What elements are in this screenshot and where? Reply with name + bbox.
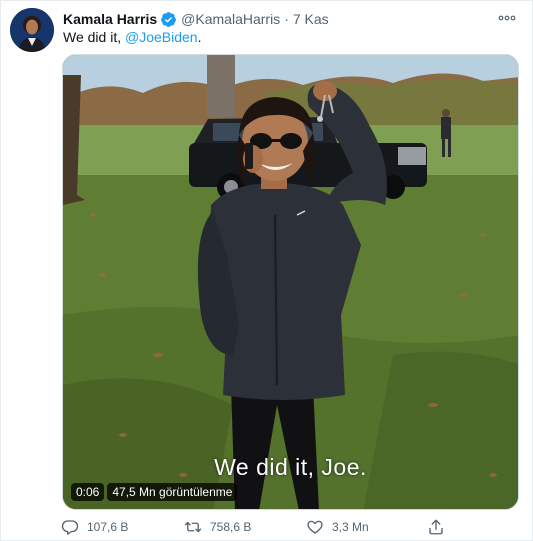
more-options-icon[interactable] — [496, 9, 518, 27]
verified-badge-icon — [160, 11, 177, 28]
heart-icon — [307, 520, 323, 534]
share-icon — [429, 519, 443, 535]
video-caption: We did it, Joe. — [214, 454, 367, 480]
tweet-text: We did it, @JoeBiden. — [63, 28, 201, 46]
tweet-header: Kamala Harris @KamalaHarris · 7 Kas — [63, 10, 329, 28]
separator-dot: · — [284, 11, 289, 27]
retweet-icon — [184, 521, 202, 533]
retweet-count: 758,6 B — [210, 520, 252, 534]
reply-button[interactable]: 107,6 B — [61, 515, 128, 539]
like-button[interactable]: 3,3 Mn — [306, 515, 369, 539]
mention-link[interactable]: @JoeBiden — [125, 29, 198, 45]
video-view-count: 47,5 Mn görüntülenme — [107, 483, 238, 501]
author-name[interactable]: Kamala Harris — [63, 11, 157, 27]
author-handle[interactable]: @KamalaHarris — [181, 11, 280, 27]
tweet-actions: 107,6 B 758,6 B 3,3 Mn — [59, 515, 459, 539]
share-button[interactable] — [427, 515, 453, 539]
avatar[interactable] — [10, 8, 54, 52]
reply-icon — [61, 520, 79, 535]
reply-count: 107,6 B — [87, 520, 129, 534]
tweet-text-suffix: . — [197, 29, 202, 45]
video-meta: 0:06 47,5 Mn görüntülenme — [71, 483, 238, 501]
tweet-card[interactable]: Kamala Harris @KamalaHarris · 7 Kas We d… — [0, 0, 533, 541]
video-frame — [63, 55, 518, 509]
tweet-text-prefix: We did it, — [63, 29, 125, 45]
video-player[interactable]: We did it, Joe. 0:06 47,5 Mn görüntülenm… — [62, 54, 519, 510]
tweet-timestamp[interactable]: 7 Kas — [293, 11, 329, 27]
retweet-button[interactable]: 758,6 B — [184, 515, 251, 539]
like-count: 3,3 Mn — [332, 520, 369, 534]
video-duration: 0:06 — [71, 483, 105, 501]
